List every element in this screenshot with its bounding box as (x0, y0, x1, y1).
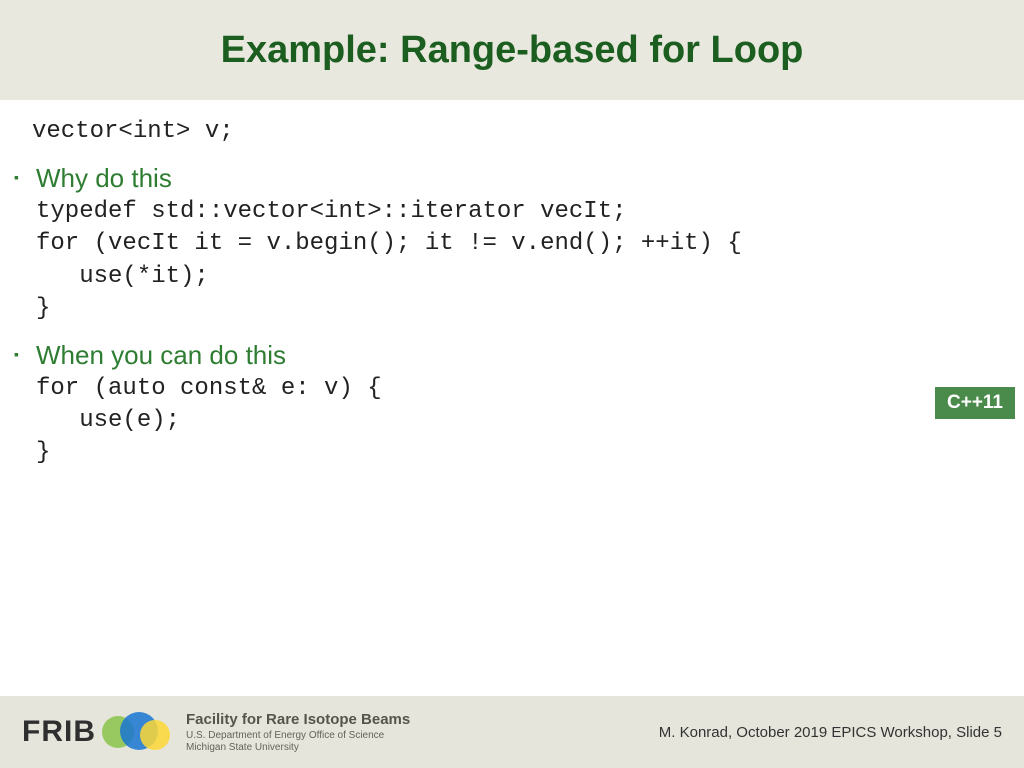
footer: FRIB Facility for Rare Isotope Beams U.S… (0, 696, 1024, 768)
footer-right: M. Konrad, October 2019 EPICS Workshop, … (659, 724, 1002, 741)
slide-title: Example: Range-based for Loop (221, 29, 804, 72)
bullet-when: When you can do this for (auto const& e:… (32, 340, 992, 470)
intro-code: vector<int> v; (32, 118, 992, 145)
facility-block: Facility for Rare Isotope Beams U.S. Dep… (186, 711, 410, 754)
bullet-heading: Why do this (36, 163, 992, 194)
facility-name: Facility for Rare Isotope Beams (186, 711, 410, 729)
title-bar: Example: Range-based for Loop (0, 0, 1024, 100)
logo-circle (140, 720, 170, 750)
facility-sub: Michigan State University (186, 742, 410, 754)
code-block-why: typedef std::vector<int>::iterator vecIt… (36, 196, 992, 326)
bullet-why: Why do this typedef std::vector<int>::it… (32, 163, 992, 326)
slide: Example: Range-based for Loop vector<int… (0, 0, 1024, 768)
code-block-when: for (auto const& e: v) { use(e); } (36, 373, 992, 470)
bullet-heading: When you can do this (36, 340, 992, 371)
frib-logo-text: FRIB (22, 715, 96, 749)
content-area: vector<int> v; Why do this typedef std::… (0, 100, 1024, 470)
frib-logo-icon (102, 710, 172, 754)
facility-sub: U.S. Department of Energy Office of Scie… (186, 730, 410, 742)
cpp11-badge: C++11 (935, 387, 1015, 419)
